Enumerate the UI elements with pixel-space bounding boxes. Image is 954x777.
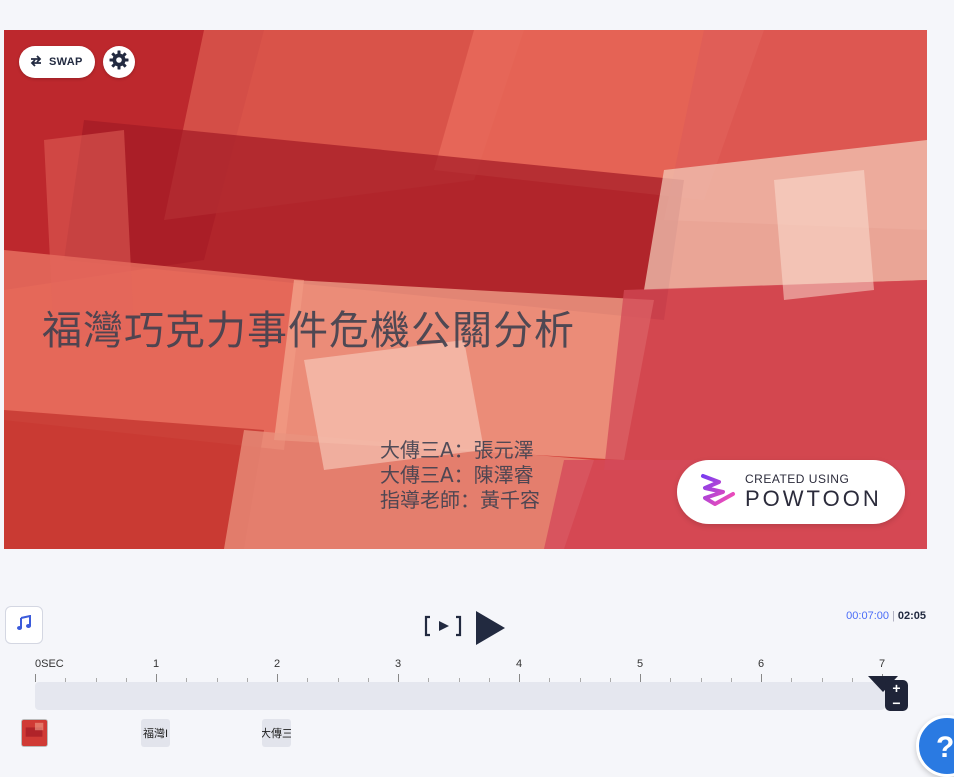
- slide-authors: 大傳三A：張元澤 大傳三A：陳澤睿 指導老師：黃千容: [380, 438, 540, 513]
- play-frame-icon: [424, 615, 462, 642]
- scene-thumbnail[interactable]: 大傳三: [262, 719, 291, 747]
- timeline-major-tick: [35, 674, 36, 682]
- timeline-tick-label: 1: [153, 658, 160, 670]
- powtoon-badge[interactable]: CREATED USING POWTOON: [677, 460, 905, 524]
- help-label: ?: [936, 731, 954, 764]
- slide-toolbar: SWAP: [19, 46, 135, 78]
- swap-label: SWAP: [49, 56, 83, 68]
- gear-icon: [109, 50, 129, 75]
- zoom-out-button[interactable]: −: [892, 696, 900, 710]
- zoom-in-button[interactable]: +: [892, 681, 900, 695]
- swap-button[interactable]: SWAP: [19, 46, 95, 78]
- help-button[interactable]: ?: [916, 715, 954, 777]
- timeline-ruler: 0SEC 1 2 3 4 5 6 7: [35, 656, 895, 682]
- timeline-tick-label: 5: [637, 658, 644, 670]
- badge-brand-text: POWTOON: [745, 486, 882, 511]
- timeline-major-tick: [640, 674, 641, 682]
- timeline-major-tick: [398, 674, 399, 682]
- author-line: 大傳三A：張元澤: [380, 438, 534, 462]
- powtoon-logo-icon: [699, 472, 737, 513]
- total-time: 02:05: [897, 610, 926, 622]
- timeline-track[interactable]: [35, 682, 885, 710]
- time-separator: |: [892, 610, 895, 622]
- advisor-line: 指導老師：黃千容: [380, 488, 540, 512]
- timeline-major-tick: [761, 674, 762, 682]
- badge-text: CREATED USING POWTOON: [745, 472, 882, 512]
- timeline-tick-label: 0SEC: [35, 658, 64, 670]
- scene-thumbnail[interactable]: 福灣I: [141, 719, 170, 747]
- timeline-tick-label: 2: [274, 658, 281, 670]
- timeline-major-tick: [277, 674, 278, 682]
- zoom-control: + −: [885, 680, 908, 711]
- slide-stage: SWAP 福灣巧克力事件危機公關分析 大傳三A：張元澤 大傳三A：陳澤睿 指導老…: [4, 30, 927, 549]
- play-button[interactable]: [474, 610, 506, 651]
- scene-thumbnail[interactable]: [21, 719, 48, 747]
- slide-title: 福灣巧克力事件危機公關分析: [42, 308, 575, 354]
- timeline-tick-label: 6: [758, 658, 765, 670]
- current-time: 00:07:00: [846, 610, 889, 622]
- settings-button[interactable]: [102, 46, 135, 78]
- author-line: 大傳三A：陳澤睿: [380, 463, 534, 487]
- badge-small-text: CREATED USING: [745, 472, 850, 486]
- music-button[interactable]: [5, 606, 43, 644]
- time-readout: 00:07:00 | 02:05: [846, 610, 926, 622]
- play-frame-button[interactable]: [424, 615, 462, 642]
- timeline-tick-label: 4: [516, 658, 523, 670]
- swap-arrows-icon: [29, 54, 43, 70]
- timeline-major-tick: [156, 674, 157, 682]
- music-note-icon: [16, 614, 32, 636]
- play-icon: [474, 611, 506, 650]
- timeline-tick-label: 7: [879, 658, 886, 670]
- timeline-tick-label: 3: [395, 658, 402, 670]
- timeline-major-tick: [519, 674, 520, 682]
